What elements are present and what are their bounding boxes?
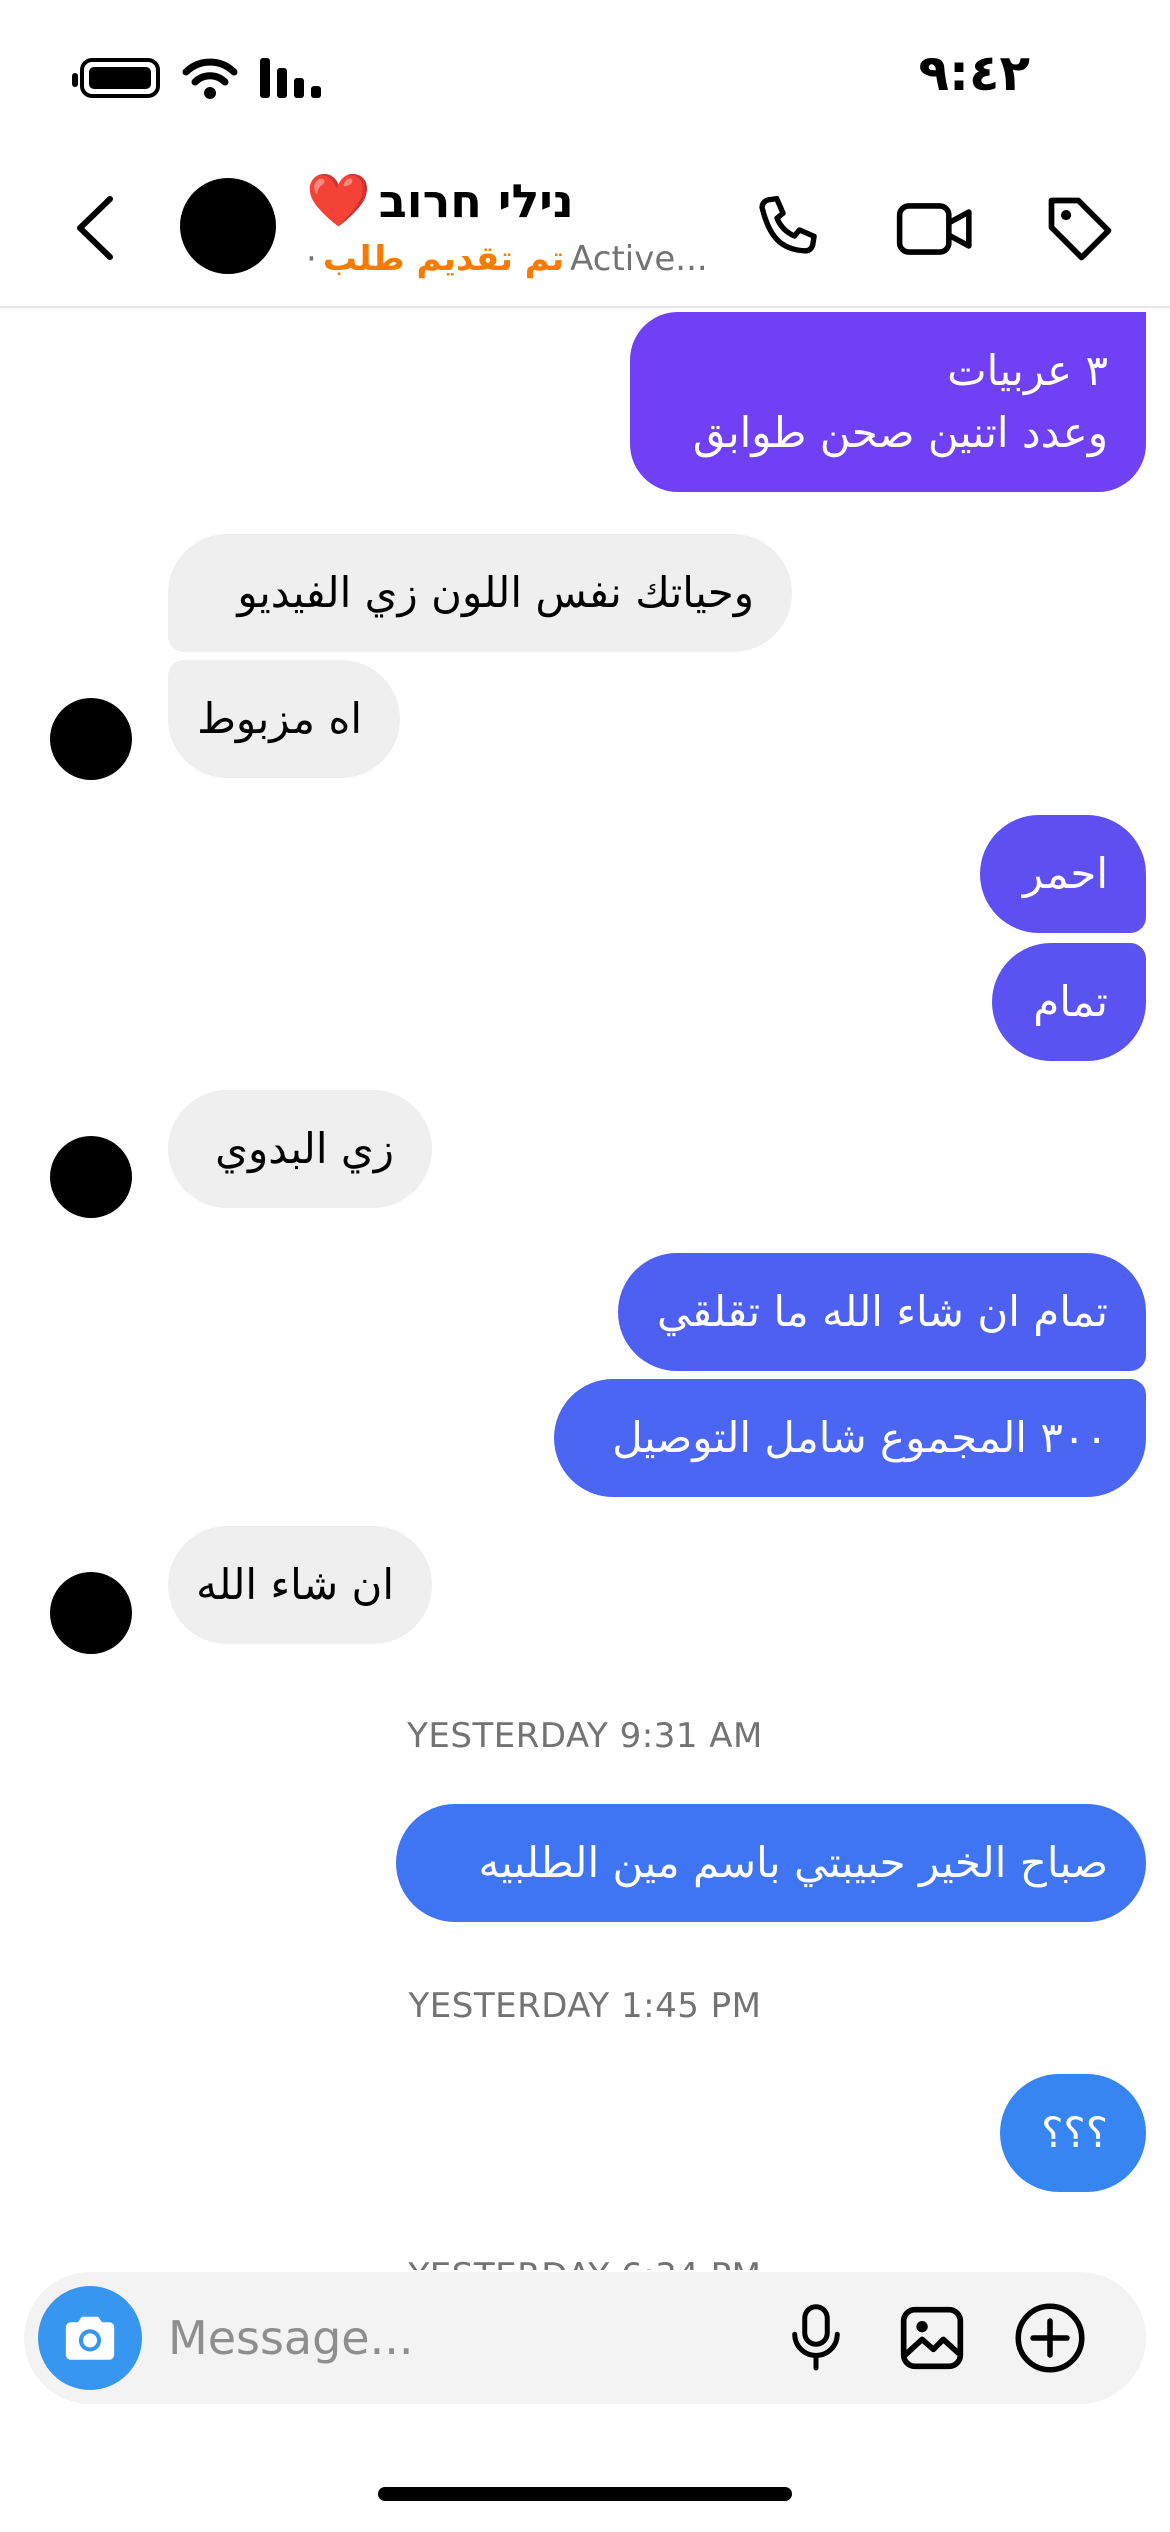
camera-icon	[65, 2316, 115, 2360]
voice-message-button[interactable]	[774, 2296, 858, 2380]
message-bubble-outgoing[interactable]: ٣٠٠ المجموع شامل التوصيل	[554, 1379, 1146, 1497]
phone-icon	[759, 195, 817, 254]
message-composer	[24, 2272, 1146, 2404]
status-icons	[72, 56, 324, 100]
timestamp: YESTERDAY 9:31 AM	[407, 1716, 763, 1756]
message-thread[interactable]: ٣ عربيات وعدد اتنين صحن طوابق وحياتك نفس…	[0, 310, 1170, 2270]
message-line: ٣ عربيات	[947, 346, 1108, 395]
message-bubble-outgoing[interactable]: ٣ عربيات وعدد اتنين صحن طوابق	[630, 312, 1146, 492]
status-bar: ٩:٤٢	[0, 0, 1170, 150]
microphone-icon	[792, 2304, 840, 2371]
contact-avatar[interactable]	[180, 178, 276, 274]
message-line: وعدد اتنين صحن طوابق	[692, 408, 1108, 457]
wifi-icon	[182, 58, 238, 99]
message-bubble-outgoing[interactable]: ؟؟؟	[1000, 2074, 1146, 2192]
gallery-button[interactable]	[890, 2296, 974, 2380]
contact-status: · تم تقديم طلب Active...	[306, 234, 726, 284]
heart-emoji: ❤️	[306, 171, 371, 231]
contact-name: נילי חרוב	[378, 174, 574, 228]
status-time: ٩:٤٢	[918, 44, 1030, 102]
message-bubble-outgoing[interactable]: احمر	[980, 815, 1146, 933]
timestamp: YESTERDAY 6:34 PM	[0, 2256, 1170, 2270]
message-bubble-outgoing[interactable]: تمام	[992, 943, 1146, 1061]
contact-info[interactable]: ❤️ נילי חרוב · تم تقديم طلب Active...	[306, 168, 726, 284]
message-bubble-incoming[interactable]: وحياتك نفس اللون زي الفيديو	[168, 534, 792, 652]
home-indicator[interactable]	[378, 2487, 792, 2501]
video-camera-icon	[896, 203, 972, 255]
chat-header: ❤️ נילי חרוב · تم تقديم طلب Active...	[0, 150, 1170, 308]
sender-avatar[interactable]	[50, 698, 132, 780]
add-circle-icon	[1015, 2303, 1085, 2373]
message-bubble-incoming[interactable]: اه مزبوط	[168, 660, 400, 778]
request-status: تم تقديم طلب	[322, 239, 565, 279]
timestamp: YESTERDAY 1:45 PM	[408, 1986, 762, 2026]
tag-button[interactable]	[1035, 184, 1125, 274]
sender-avatar[interactable]	[50, 1136, 132, 1218]
video-call-button[interactable]	[890, 184, 980, 274]
message-input[interactable]	[168, 2302, 768, 2374]
message-bubble-outgoing[interactable]: تمام ان شاء الله ما تقلقي	[618, 1253, 1146, 1371]
signal-icon	[260, 58, 321, 98]
battery-icon	[72, 58, 160, 98]
add-attachment-button[interactable]	[1008, 2296, 1092, 2380]
back-button[interactable]	[64, 188, 124, 268]
sender-avatar[interactable]	[50, 1572, 132, 1654]
active-status: Active...	[570, 239, 708, 279]
message-bubble-outgoing[interactable]: صباح الخير حبيبتي باسم مين الطلبيه	[396, 1804, 1146, 1922]
message-bubble-incoming[interactable]: زي البدوي	[168, 1090, 432, 1208]
back-chevron-icon	[77, 196, 113, 260]
call-button[interactable]	[745, 184, 835, 274]
status-separator: ·	[306, 239, 317, 279]
camera-button[interactable]	[38, 2286, 142, 2390]
tag-icon	[1048, 197, 1112, 261]
image-icon	[900, 2306, 964, 2370]
message-bubble-incoming[interactable]: ان شاء الله	[168, 1526, 432, 1644]
